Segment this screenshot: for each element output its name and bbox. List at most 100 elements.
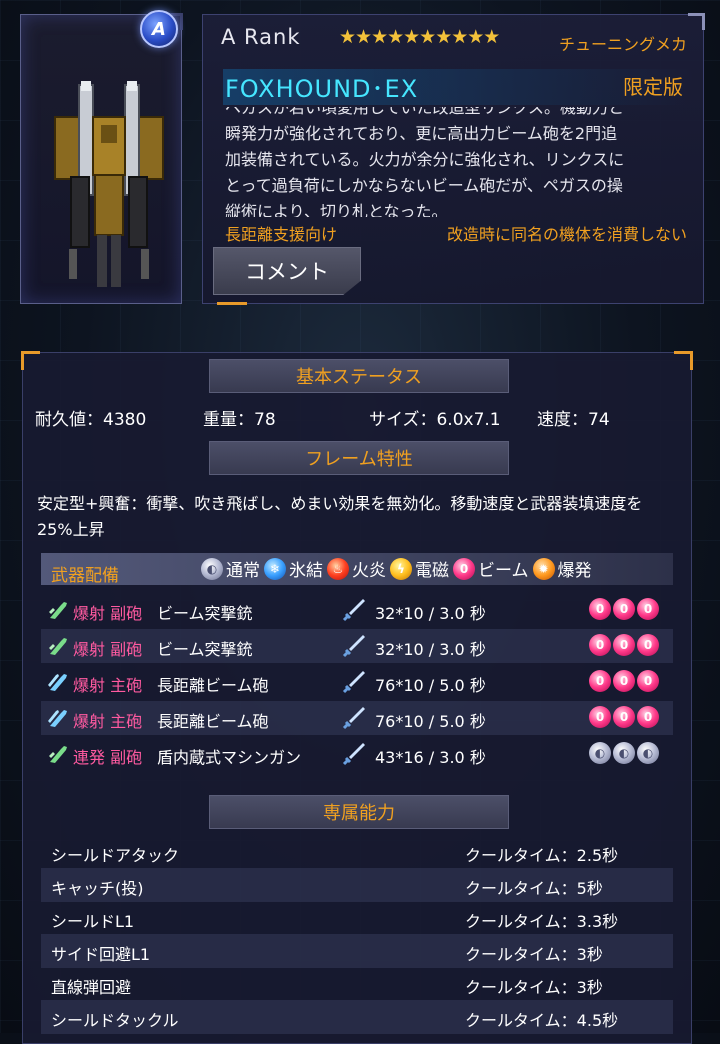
normal-element-icon: ◐ [613, 742, 635, 764]
weapon-row[interactable]: 爆射 副砲 ビーム突撃銃 32*10 / 3.0 秒000 [41, 593, 673, 627]
weapon-row[interactable]: 爆射 主砲 長距離ビーム砲 76*10 / 5.0 秒000 [41, 665, 673, 699]
description-line: 加装備されている。火力が余分に強化され、リンクスに [225, 150, 625, 169]
normal-element-icon: ◐ [589, 742, 611, 764]
weapon-elements: 000 [589, 706, 661, 728]
description-line: ペガスが若い頃愛用していた改造型リンクス。機動力と [225, 107, 625, 117]
beam-element-icon: 0 [613, 670, 635, 692]
frame-trait-text: 安定型+興奮：衝撃、吹き飛ばし、めまい効果を無効化。移動速度と武器装填速度を25… [37, 494, 643, 539]
damage-icon [341, 633, 367, 659]
ability-cooldown: クールタイム：2.5秒 [465, 846, 619, 865]
legend-item: 0 ビーム [453, 556, 529, 581]
frame-trait-header: フレーム特性 [209, 441, 509, 475]
ability-name: シールドタックル [51, 1011, 179, 1030]
panel-corner-decoration [674, 351, 693, 370]
legend-label: 通常 [226, 561, 260, 581]
weapon-header-title: 武器配備 [51, 566, 119, 586]
beam-element-icon: 0 [613, 598, 635, 620]
description-scroll[interactable]: ペガスが若い頃愛用していた改造型リンクス。機動力と 瞬発力が強化されており、更に… [225, 107, 695, 217]
panel-corner-decoration [21, 351, 40, 370]
weapon-damage: 76*10 / 5.0 秒 [375, 676, 486, 695]
legend-item: ϟ 電磁 [390, 556, 449, 581]
ability-name: キャッチ(投) [51, 879, 144, 898]
damage-icon [341, 669, 367, 695]
basic-status-header: 基本ステータス [209, 359, 509, 393]
weapon-damage: 32*10 / 3.0 秒 [375, 640, 486, 659]
beam-element-icon: 0 [613, 706, 635, 728]
legend-label: 爆発 [557, 561, 592, 581]
weapon-elements: 000 [589, 598, 661, 620]
ability-cooldown: クールタイム：3.3秒 [465, 912, 619, 931]
info-corner-decoration [688, 13, 705, 30]
ability-row[interactable]: キャッチ(投) クールタイム：5秒 [41, 868, 673, 902]
weapon-damage: 32*10 / 3.0 秒 [375, 604, 486, 623]
legend-item: ◐ 通常 [201, 556, 260, 581]
weapon-damage: 43*16 / 3.0 秒 [375, 748, 486, 767]
description-line: 瞬発力が強化されており、更に高出力ビーム砲を2門追 [225, 124, 618, 143]
beam-element-icon: 0 [613, 634, 635, 656]
beam-element-icon: 0 [589, 634, 611, 656]
ability-row[interactable]: シールドアタック クールタイム：2.5秒 [41, 835, 673, 869]
beam-element-icon: 0 [637, 598, 659, 620]
beam-element-icon: 0 [589, 706, 611, 728]
weapon-elements: ◐ ◐ ◐ [589, 742, 661, 764]
unit-info-panel: A Rank ★★★★★★★★★★ チューニングメカ FOXHOUND･EX 限… [202, 13, 705, 305]
comment-button[interactable]: コメント [213, 247, 361, 295]
ability-row[interactable]: 直線弾回避 クールタイム：3秒 [41, 967, 673, 1001]
legend-item: ♨ 火炎 [327, 556, 386, 581]
ability-cooldown: クールタイム：5秒 [465, 879, 603, 898]
beam-element-icon: 0 [637, 706, 659, 728]
rank-label: A Rank [221, 25, 301, 49]
description-text: ペガスが若い頃愛用していた改造型リンクス。機動力と 瞬発力が強化されており、更に… [225, 107, 624, 217]
weapon-type: 爆射 副砲 [73, 640, 143, 659]
weapon-name: 長距離ビーム砲 [157, 712, 269, 731]
legend-label: 火炎 [352, 561, 386, 581]
blast-element-icon: ✹ [532, 557, 555, 580]
ability-name: サイド回避L1 [51, 945, 151, 964]
weapon-type: 爆射 主砲 [73, 676, 143, 695]
role-tag: 長距離支援向け [225, 225, 338, 244]
normal-element-icon: ◐ [637, 742, 659, 764]
weapon-row[interactable]: 連発 副砲 盾内蔵式マシンガン 43*16 / 3.0 秒 ◐ ◐ ◐ [41, 737, 673, 771]
weapon-type: 連発 副砲 [73, 748, 143, 767]
ability-name: 直線弾回避 [51, 978, 132, 997]
legend-label: 電磁 [415, 561, 449, 581]
damage-icon [341, 597, 367, 623]
speed-stat: 速度：74 [537, 410, 610, 430]
weapon-elements: 000 [589, 670, 661, 692]
ability-row[interactable]: シールドL1 クールタイム：3.3秒 [41, 901, 673, 935]
beam-element-icon: 0 [637, 634, 659, 656]
single-gun-icon [47, 634, 71, 658]
beam-element-icon: 0 [637, 670, 659, 692]
weapon-name: ビーム突撃銃 [157, 640, 253, 659]
single-gun-icon [47, 742, 71, 766]
upgrade-tag: 改造時に同名の機体を消費しない [446, 225, 687, 244]
description-line: とって過負荷にしかならないビーム砲だが、ペガスの操 [225, 176, 623, 195]
ability-cooldown: クールタイム：3秒 [465, 978, 603, 997]
fire-element-icon: ♨ [327, 557, 349, 580]
weapon-type: 爆射 主砲 [73, 712, 143, 731]
unit-portrait[interactable] [20, 13, 183, 304]
damage-icon [341, 741, 367, 767]
legend-label: 氷結 [289, 561, 323, 581]
weapon-row[interactable]: 爆射 副砲 ビーム突撃銃 32*10 / 3.0 秒000 [41, 629, 673, 663]
weapon-row[interactable]: 爆射 主砲 長距離ビーム砲 76*10 / 5.0 秒000 [41, 701, 673, 735]
double-gun-icon [47, 706, 71, 730]
mech-image [54, 81, 164, 287]
exclusive-ability-header: 専属能力 [209, 795, 509, 829]
ability-cooldown: クールタイム：3秒 [465, 945, 603, 964]
weapon-elements: 000 [589, 634, 661, 656]
info-corner-accent [217, 302, 247, 305]
ice-element-icon: ❄ [264, 557, 286, 580]
durability-stat: 耐久値：4380 [35, 410, 147, 430]
star-rating: ★★★★★★★★★★ [339, 26, 500, 48]
weapon-damage: 76*10 / 5.0 秒 [375, 712, 486, 731]
electric-element-icon: ϟ [390, 557, 412, 580]
weight-stat: 重量：78 [203, 410, 276, 430]
beam-element-icon: 0 [453, 557, 475, 580]
ability-row[interactable]: サイド回避L1 クールタイム：3秒 [41, 934, 673, 968]
weapon-header: 武器配備 ◐ 通常 ❄ 氷結 ♨ 火炎 ϟ 電磁 0 ビーム ✹ 爆発 [41, 553, 673, 586]
single-gun-icon [47, 598, 71, 622]
weapon-type: 爆射 副砲 [73, 604, 143, 623]
description-line: 縦術により、切り札となった。 [225, 202, 448, 217]
ability-row[interactable]: シールドタックル クールタイム：4.5秒 [41, 1000, 673, 1034]
